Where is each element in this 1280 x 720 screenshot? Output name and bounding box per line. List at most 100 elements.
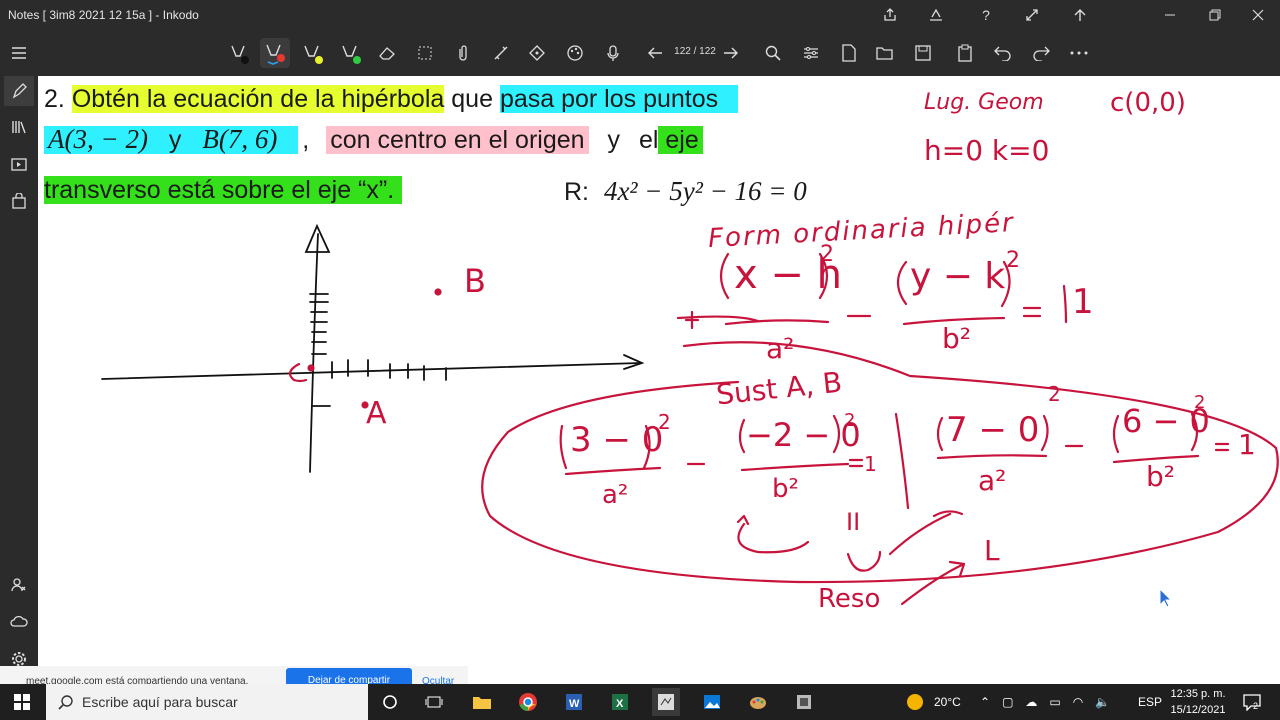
new-page-icon[interactable] [834,38,864,68]
clock[interactable]: 12:35 p. m. 15/12/2021 [1166,686,1230,718]
upload-icon[interactable] [1060,0,1100,30]
settings-icon[interactable] [796,38,826,68]
title-bar: Notes [ 3im8 2021 12 15a ] - Inkodo ? [0,0,1280,30]
photos-icon[interactable] [698,688,726,716]
screen-share-banner: meet.google.com está compartiendo una ve… [0,666,468,687]
export-icon[interactable] [916,0,956,30]
eraser-icon[interactable] [372,38,402,68]
bag-icon[interactable] [4,186,34,216]
battery-icon[interactable]: ▭ [1049,695,1060,709]
word-icon[interactable]: W [560,688,588,716]
open-folder-icon[interactable] [870,38,900,68]
menu-icon[interactable] [4,38,34,68]
restore-icon[interactable] [1195,0,1235,30]
ink-eq2: 1 [864,452,877,476]
next-page-icon[interactable] [716,38,746,68]
meet-icon[interactable]: ▢ [1002,695,1013,709]
paint-icon[interactable] [744,688,772,716]
lasso-select-icon[interactable] [410,38,440,68]
ink-reso: Reso [818,584,881,614]
ink-exp-3: 2 [658,410,671,434]
close-icon[interactable] [1238,0,1278,30]
search-placeholder: Escribe aquí para buscar [82,694,238,710]
ink-exp-1: 2 [820,242,834,267]
file-explorer-icon[interactable] [468,688,496,716]
pen-mode-icon[interactable] [4,76,34,106]
shape-icon[interactable] [522,38,552,68]
clipboard-icon[interactable] [950,38,980,68]
prev-page-icon[interactable] [640,38,670,68]
windows-taskbar: Escribe aquí para buscar W X 20°C ⌃ ▢ ☁ … [0,684,1280,720]
windows-start-icon[interactable] [8,688,36,716]
slideshow-icon[interactable] [4,150,34,180]
ink-label-ii: II [846,508,861,536]
search-icon [58,695,73,710]
ink-y-minus-k: y − k [910,256,1006,297]
note-canvas[interactable]: 2. Obtén la ecuación de la hipérbola que… [38,76,1280,684]
ink-label-l: L [984,534,1000,567]
hand-drawn-ink [101,223,1279,606]
cloud-tray-icon[interactable]: ☁ [1025,695,1037,709]
svg-text:W: W [569,698,580,710]
redo-icon[interactable] [1026,38,1056,68]
people-icon[interactable] [4,570,34,600]
save-icon[interactable] [908,38,938,68]
page-indicator: 122 / 122 [674,46,716,57]
ink-exp-5: 2 [1048,382,1061,406]
attach-icon[interactable] [448,38,478,68]
ink-eq3: 1 [1238,428,1256,461]
wifi-icon[interactable]: ◠ [1073,695,1083,709]
ink-eq1: 1 [1072,282,1094,322]
highlighter-yellow-icon[interactable] [298,38,328,68]
undo-icon[interactable] [988,38,1018,68]
cloud-icon[interactable] [4,606,34,636]
weather-temp: 20°C [934,695,961,709]
ink-7-minus-0: 7 − 0 [946,410,1040,450]
pen-black-icon[interactable] [224,38,254,68]
ruler-icon[interactable] [486,38,516,68]
chevron-up-icon[interactable]: ⌃ [980,695,990,709]
zoom-icon[interactable] [758,38,788,68]
highlighter-green-icon[interactable] [336,38,366,68]
weather-widget[interactable]: 20°C [906,684,961,720]
fullscreen-icon[interactable] [1012,0,1052,30]
ink-label-a: A [366,396,387,431]
help-icon[interactable]: ? [966,0,1006,30]
ink-label-b: B [464,262,486,300]
share-icon[interactable] [870,0,910,30]
highlighter-red-icon[interactable] [260,38,290,68]
toolbar: 122 / 122 [0,30,1280,76]
notification-center-icon[interactable]: 2 [1238,688,1266,716]
ink-b2-2: b² [772,474,799,504]
ink-lugar-geom: Lug. Geom [924,90,1044,115]
minimize-icon[interactable] [1150,0,1190,30]
library-icon[interactable] [4,112,34,142]
ink-exp-6: 2 [1194,392,1206,413]
language-text: ESP [1138,695,1163,709]
inkodo-taskbar-icon[interactable] [652,688,680,716]
ink-a2-2: a² [602,480,629,510]
sun-icon [907,694,923,710]
task-view-icon[interactable] [420,688,448,716]
ink-center: c(0,0) [1110,88,1186,118]
svg-text:X: X [616,698,624,710]
excel-icon[interactable]: X [606,688,634,716]
language-indicator[interactable]: ESP [1138,684,1162,720]
ink-b2-1: b² [942,322,971,355]
taskbar-search-box[interactable]: Escribe aquí para buscar [46,684,368,720]
microphone-icon[interactable] [598,38,628,68]
color-palette-icon[interactable] [560,38,590,68]
volume-icon[interactable]: 🔈 [1095,695,1110,709]
notification-count: 2 [1253,701,1258,711]
cortana-icon[interactable] [376,688,404,716]
ink-exp-2: 2 [1006,248,1020,273]
ink-b2-3: b² [1146,460,1175,493]
chrome-icon[interactable] [514,688,542,716]
more-icon[interactable] [1064,38,1094,68]
clock-time: 12:35 p. m. [1170,688,1226,700]
system-tray: ⌃ ▢ ☁ ▭ ◠ 🔈 [980,684,1110,720]
ink-a2-3: a² [978,464,1007,497]
ink-hk: h=0 k=0 [924,134,1050,167]
app-icon[interactable] [790,688,818,716]
clock-date: 15/12/2021 [1170,704,1226,716]
